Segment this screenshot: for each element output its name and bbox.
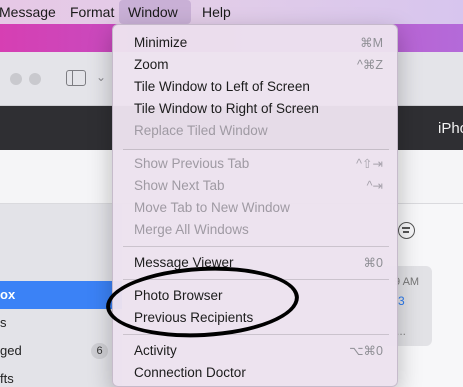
mail-sidebar: ox s ged 6 fts — [0, 204, 122, 387]
menu-item-zoom[interactable]: Zoom ^⌘Z — [113, 54, 397, 76]
sidebar-item-flagged[interactable]: ged 6 — [0, 337, 122, 365]
menu-item-minimize[interactable]: Minimize ⌘M — [113, 32, 397, 54]
sidebar-item-label: ged — [0, 343, 22, 358]
sidebar-item-label: fts — [0, 371, 14, 386]
menu-item-previous-recipients[interactable]: Previous Recipients — [113, 307, 397, 329]
menu-item-replace-tiled: Replace Tiled Window — [134, 123, 268, 138]
menu-item-activity[interactable]: Activity ⌥⌘0 — [113, 340, 397, 362]
menu-item-tile-left[interactable]: Tile Window to Left of Screen — [113, 76, 397, 98]
menu-separator — [123, 334, 389, 335]
window-control-zoom[interactable] — [29, 73, 41, 85]
thread-count: 3 — [398, 294, 405, 308]
sidebar-toggle-icon[interactable] — [66, 70, 86, 86]
sidebar-item-inbox[interactable]: ox — [0, 281, 122, 309]
chevron-down-icon[interactable]: ⌄ — [96, 70, 106, 84]
window-menu-dropdown: Minimize ⌘M Zoom ^⌘Z Tile Window to Left… — [112, 24, 398, 387]
menu-separator — [123, 279, 389, 280]
filter-icon[interactable] — [398, 222, 415, 239]
sidebar-item-other[interactable]: fts — [0, 365, 122, 387]
menu-item-photo-browser[interactable]: Photo Browser — [113, 285, 397, 307]
menu-format[interactable]: Format — [61, 0, 123, 24]
menu-separator — [123, 149, 389, 150]
header-text: iPho — [438, 120, 463, 137]
count-badge: 6 — [91, 343, 108, 359]
sidebar-item-label: s — [0, 315, 7, 330]
menu-item-message-viewer[interactable]: Message Viewer ⌘0 — [113, 252, 397, 274]
menu-item-move-tab: Move Tab to New Window — [134, 200, 290, 215]
window-control-minimize[interactable] — [10, 73, 22, 85]
menu-item-show-next-tab: Show Next Tab ^⇥ — [134, 178, 383, 193]
menu-help[interactable]: Help — [193, 0, 240, 24]
menu-item-show-previous-tab: Show Previous Tab ^⇧⇥ — [134, 156, 383, 171]
menu-item-merge-windows: Merge All Windows — [134, 222, 249, 237]
sidebar-item-label: ox — [0, 287, 16, 302]
menu-window[interactable]: Window — [119, 0, 191, 24]
menu-item-tile-right[interactable]: Tile Window to Right of Screen — [113, 98, 397, 120]
menu-item-connection-doctor[interactable]: Connection Doctor — [113, 362, 397, 384]
menu-separator — [123, 246, 389, 247]
menu-bar: Message Format Window Help — [0, 0, 463, 24]
sidebar-item-drafts[interactable]: s — [0, 309, 122, 337]
menu-message[interactable]: Message — [0, 0, 65, 24]
